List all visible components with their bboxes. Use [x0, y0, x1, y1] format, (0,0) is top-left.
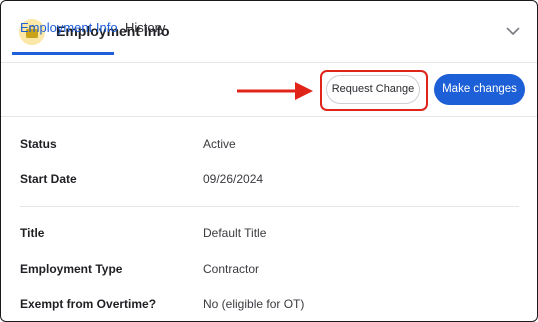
field-label-status: Status	[20, 137, 57, 151]
field-label-exempt-overtime: Exempt from Overtime?	[20, 297, 157, 311]
field-label-employment-type: Employment Type	[20, 262, 123, 276]
make-changes-button[interactable]: Make changes	[434, 74, 525, 105]
employment-info-card: Employment Info Employment Info History …	[0, 0, 538, 322]
field-value-start-date: 09/26/2024	[203, 172, 264, 186]
request-change-button[interactable]: Request Change	[326, 75, 420, 104]
annotation-arrow	[237, 82, 313, 100]
field-value-status: Active	[203, 137, 236, 151]
tab-employment-info[interactable]: Employment Info	[20, 20, 118, 35]
field-value-title: Default Title	[203, 226, 267, 240]
field-label-start-date: Start Date	[20, 172, 77, 186]
chevron-down-icon[interactable]	[505, 23, 521, 39]
section-divider	[20, 206, 519, 207]
field-label-title: Title	[20, 226, 45, 240]
tab-history[interactable]: History	[125, 20, 165, 35]
field-value-exempt-overtime: No (eligible for OT)	[203, 297, 305, 311]
field-value-employment-type: Contractor	[203, 262, 260, 276]
active-tab-indicator	[12, 52, 114, 55]
